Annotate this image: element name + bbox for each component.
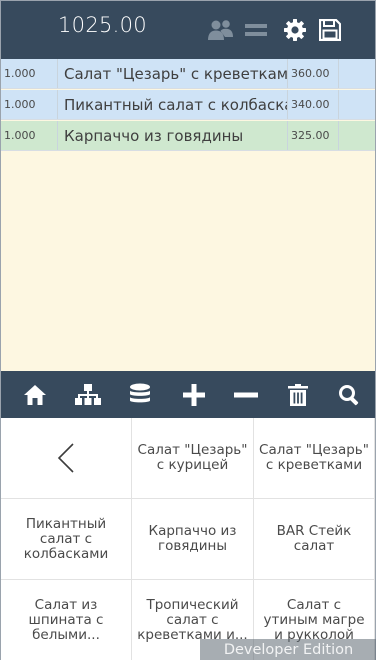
menu-item-label: Салат из шпината с белыми... xyxy=(28,596,104,643)
action-toolbar xyxy=(1,371,375,418)
menu-item-button[interactable]: Пикантный салат с колбасками xyxy=(1,499,132,580)
plus-icon[interactable] xyxy=(177,378,211,412)
menu-item-button[interactable]: Салат из шпината с белыми... xyxy=(1,580,132,660)
order-row-qty: 1.000 xyxy=(1,90,58,119)
minus-icon[interactable] xyxy=(229,378,263,412)
search-icon[interactable] xyxy=(332,378,366,412)
save-disk-icon[interactable] xyxy=(315,15,345,45)
order-row[interactable]: 1.000 Карпаччо из говядины 325.00 xyxy=(1,121,375,151)
menu-item-label: Карпаччо из говядины xyxy=(148,523,237,554)
order-row-extra xyxy=(339,90,375,119)
order-row-extra xyxy=(339,59,375,88)
menu-item-label: Салат с утиным магре и рукколой xyxy=(263,596,365,643)
watermark: Developer Edition xyxy=(200,639,376,660)
order-row-qty: 1.000 xyxy=(1,59,58,88)
order-row-name: Салат "Цезарь" с креветками xyxy=(58,59,288,88)
menu-grid: Салат "Цезарь" с курицей Салат "Цезарь" … xyxy=(1,418,375,660)
settings-gear-icon[interactable] xyxy=(280,15,310,45)
database-icon[interactable] xyxy=(123,378,157,412)
menu-item-label: Пикантный салат с колбасками xyxy=(23,515,109,562)
hierarchy-icon[interactable] xyxy=(71,378,105,412)
menu-item-label: BAR Стейк салат xyxy=(276,523,352,554)
menu-item-button[interactable]: Карпаччо из говядины xyxy=(132,499,254,580)
users-icon[interactable] xyxy=(206,15,236,45)
menu-item-button[interactable]: Салат "Цезарь" с курицей xyxy=(132,418,254,499)
header-bar: 1025.00 xyxy=(1,1,375,59)
menu-item-label: Салат "Цезарь" с курицей xyxy=(137,442,248,473)
menu-item-label: Салат "Цезарь" с креветками xyxy=(259,442,369,473)
order-row-price: 340.00 xyxy=(288,90,339,119)
home-icon[interactable] xyxy=(18,378,52,412)
order-row-qty: 1.000 xyxy=(1,121,58,150)
menu-item-button[interactable]: Салат "Цезарь" с креветками xyxy=(254,418,375,499)
trash-icon[interactable] xyxy=(281,378,315,412)
menu-lines-icon[interactable] xyxy=(241,15,271,45)
menu-item-button[interactable]: BAR Стейк салат xyxy=(254,499,375,580)
order-total: 1025.00 xyxy=(58,13,147,37)
menu-item-label: Тропический салат с креветками и... xyxy=(137,596,248,643)
pos-app: 1025.00 1.000 Салат "Цезарь" с креветкам… xyxy=(0,0,376,660)
chevron-left-icon xyxy=(57,443,75,473)
order-list: 1.000 Салат "Цезарь" с креветками 360.00… xyxy=(1,59,375,371)
order-row-price: 360.00 xyxy=(288,59,339,88)
order-row[interactable]: 1.000 Салат "Цезарь" с креветками 360.00 xyxy=(1,59,375,89)
back-button[interactable] xyxy=(1,418,132,499)
order-row-price: 325.00 xyxy=(288,121,339,150)
order-row-name: Пикантный салат с колбасками xyxy=(58,90,288,119)
order-row[interactable]: 1.000 Пикантный салат с колбасками 340.0… xyxy=(1,90,375,120)
order-row-extra xyxy=(339,121,375,150)
order-row-name: Карпаччо из говядины xyxy=(58,121,288,150)
